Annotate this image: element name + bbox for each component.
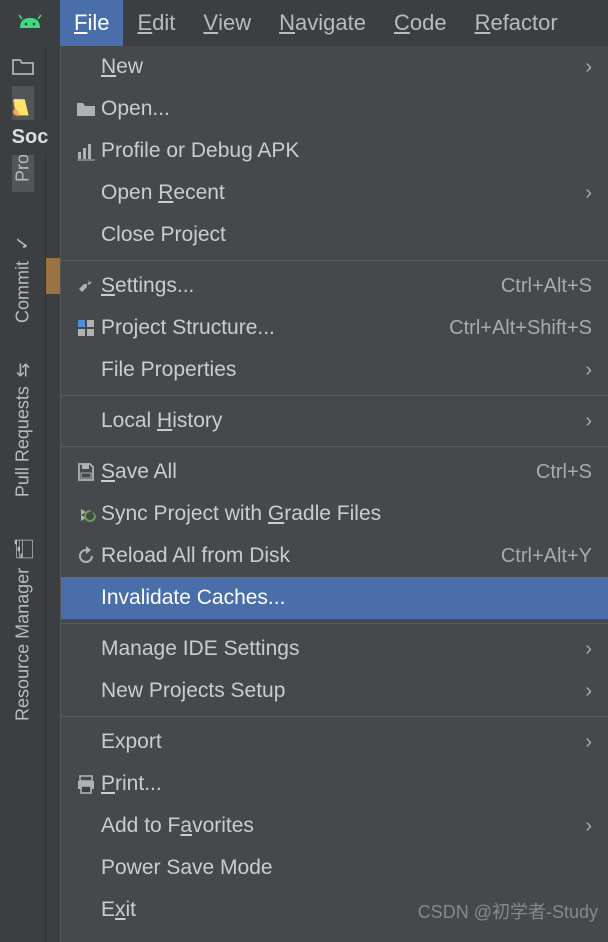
- chevron-right-icon: ›: [585, 815, 592, 838]
- menu-item-label: Invalidate Caches...: [101, 586, 592, 610]
- menu-item-local-history[interactable]: Local History ›: [61, 400, 608, 442]
- menu-item-label: Export: [101, 730, 575, 754]
- menu-item-label: Sync Project with Gradle Files: [101, 502, 592, 526]
- menu-item-close-project[interactable]: Close Project: [61, 214, 608, 256]
- menu-item-label: Reload All from Disk: [101, 544, 491, 568]
- project-name-label: Soc: [0, 120, 60, 155]
- watermark: CSDN @初学者-Study: [418, 898, 598, 924]
- menu-item-open-recent[interactable]: Open Recent ›: [61, 172, 608, 214]
- menu-item-label: New: [101, 55, 575, 79]
- menubar-item-file[interactable]: File: [60, 0, 123, 46]
- menu-item-label: Settings...: [101, 274, 491, 298]
- menu-item-power-save-mode[interactable]: Power Save Mode: [61, 847, 608, 889]
- menu-item-label: Profile or Debug APK: [101, 139, 592, 163]
- selected-tree-indicator: [46, 258, 60, 294]
- resource-manager-icon: 🗂: [11, 538, 34, 560]
- menubar-item-view[interactable]: View: [189, 0, 265, 46]
- chevron-right-icon: ›: [585, 359, 592, 382]
- folder-icon[interactable]: [0, 46, 46, 86]
- chevron-right-icon: ›: [585, 56, 592, 79]
- menu-item-profile-or-debug-apk[interactable]: Profile or Debug APK: [61, 130, 608, 172]
- menu-item-shortcut: Ctrl+Alt+S: [501, 275, 592, 298]
- rail-tab-label: Resource Manager: [12, 568, 33, 721]
- menu-item-export[interactable]: Export ›: [61, 721, 608, 763]
- menu-item-label: Open...: [101, 97, 592, 121]
- menu-item-label: Close Project: [101, 223, 592, 247]
- menu-item-label: File Properties: [101, 358, 575, 382]
- folder-icon: [71, 98, 101, 120]
- menu-item-new[interactable]: New ›: [61, 46, 608, 88]
- chevron-right-icon: ›: [585, 638, 592, 661]
- rail-tab-label: Pull Requests: [12, 386, 33, 497]
- chevron-right-icon: ›: [585, 410, 592, 433]
- menu-separator: [61, 260, 608, 261]
- menu-item-save-all[interactable]: Save All Ctrl+S: [61, 451, 608, 493]
- menubar-item-code[interactable]: Code: [380, 0, 461, 46]
- menu-item-file-properties[interactable]: File Properties ›: [61, 349, 608, 391]
- chart-icon: [71, 140, 101, 162]
- menu-separator: [61, 446, 608, 447]
- menu-item-settings[interactable]: Settings... Ctrl+Alt+S: [61, 265, 608, 307]
- chevron-right-icon: ›: [585, 731, 592, 754]
- menu-item-add-to-favorites[interactable]: Add to Favorites ›: [61, 805, 608, 847]
- menu-item-open[interactable]: Open...: [61, 88, 608, 130]
- wrench-icon: [71, 275, 101, 297]
- menubar-item-refactor[interactable]: Refactor: [461, 0, 572, 46]
- rail-tab-label: Commit: [12, 261, 33, 323]
- menu-item-label: Local History: [101, 409, 575, 433]
- menu-item-reload-all-from-disk[interactable]: Reload All from Disk Ctrl+Alt+Y: [61, 535, 608, 577]
- menu-separator: [61, 716, 608, 717]
- menu-item-label: Add to Favorites: [101, 814, 575, 838]
- file-menu-dropdown: New › Open... Profile or Debug APK Open Rece…: [60, 46, 608, 942]
- rail-tab-pull-requests[interactable]: Pull Requests ⇵: [12, 353, 34, 507]
- menu-separator: [61, 395, 608, 396]
- print-icon: [71, 773, 101, 795]
- menu-item-label: Project Structure...: [101, 316, 439, 340]
- menu-item-shortcut: Ctrl+Alt+Shift+S: [449, 317, 592, 340]
- menu-item-print[interactable]: Print...: [61, 763, 608, 805]
- menu-item-shortcut: Ctrl+S: [536, 461, 592, 484]
- chevron-right-icon: ›: [585, 680, 592, 703]
- commit-icon: ✓: [12, 232, 33, 254]
- chevron-right-icon: ›: [585, 182, 592, 205]
- menu-item-shortcut: Ctrl+Alt+Y: [501, 545, 592, 568]
- menubar-item-edit[interactable]: Edit: [123, 0, 189, 46]
- save-icon: [71, 461, 101, 483]
- menubar-item-navigate[interactable]: Navigate: [265, 0, 380, 46]
- menu-item-label: Save All: [101, 460, 526, 484]
- android-logo-icon: [0, 0, 60, 46]
- menu-item-manage-ide-settings[interactable]: Manage IDE Settings ›: [61, 628, 608, 670]
- menu-item-new-projects-setup[interactable]: New Projects Setup ›: [61, 670, 608, 712]
- rail-tab-resource-manager[interactable]: Resource Manager 🗂: [12, 527, 34, 731]
- left-tool-rail: Project📁Commit✓Pull Requests⇵Resource Ma…: [0, 46, 46, 942]
- reload-icon: [71, 545, 101, 567]
- menu-item-project-structure[interactable]: Project Structure... Ctrl+Alt+Shift+S: [61, 307, 608, 349]
- menu-item-label: Manage IDE Settings: [101, 637, 575, 661]
- menu-item-label: New Projects Setup: [101, 679, 575, 703]
- menu-item-label: Print...: [101, 772, 592, 796]
- menu-item-invalidate-caches[interactable]: Invalidate Caches...: [61, 577, 608, 619]
- menu-item-label: Power Save Mode: [101, 856, 592, 880]
- sync-gradle-icon: [71, 503, 101, 525]
- menu-item-sync-project-with-gradle-files[interactable]: Sync Project with Gradle Files: [61, 493, 608, 535]
- pull-requests-icon: ⇵: [15, 360, 30, 382]
- menubar: FileEditViewNavigateCodeRefactor: [0, 0, 608, 46]
- project-icon: 📁: [12, 96, 34, 118]
- menu-item-label: Open Recent: [101, 181, 575, 205]
- structure-icon: [71, 317, 101, 339]
- rail-tab-commit[interactable]: Commit ✓: [12, 222, 34, 333]
- menu-separator: [61, 623, 608, 624]
